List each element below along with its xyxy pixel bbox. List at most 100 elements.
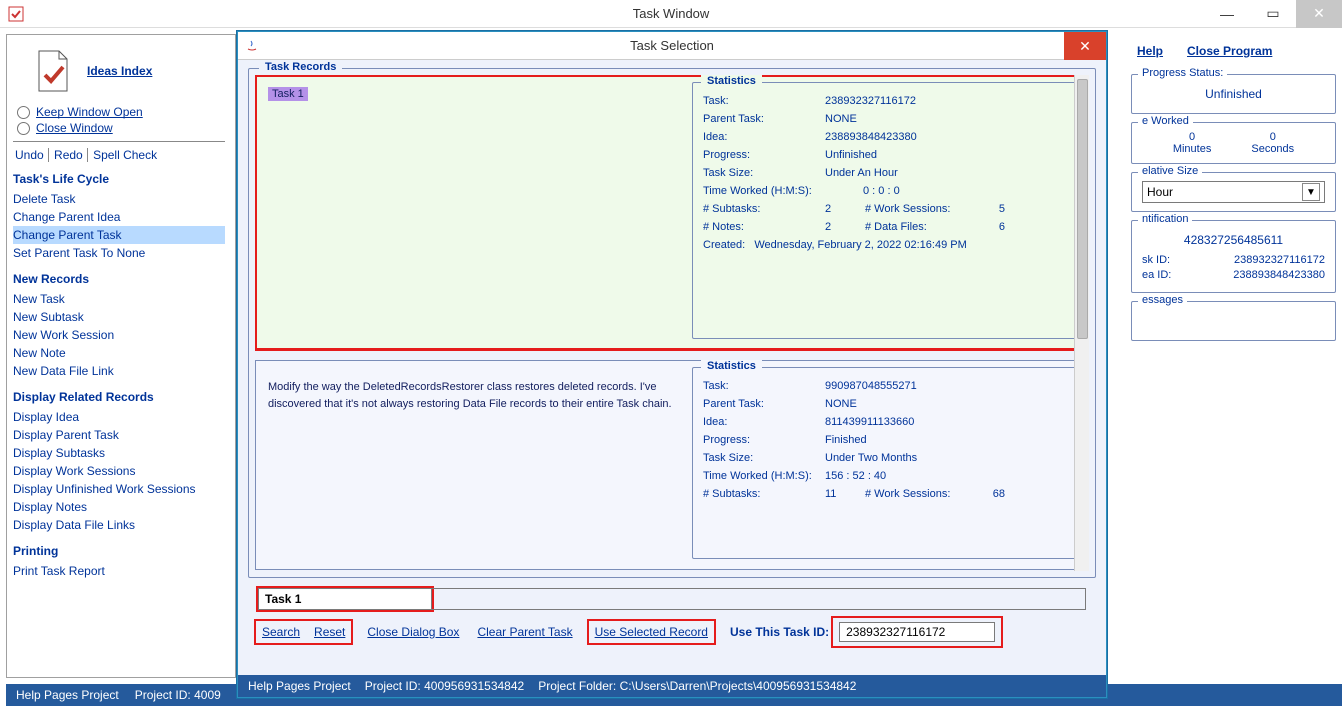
stat-parent-label: Parent Task: — [703, 398, 825, 410]
statusbar-project-id-label: Project ID: — [135, 688, 191, 702]
close-window-radio[interactable]: Close Window — [17, 121, 225, 135]
stat-timeworked-val: 156 : 52 : 40 — [825, 470, 886, 482]
task-name-chip: Task 1 — [268, 87, 308, 101]
search-input[interactable] — [258, 588, 432, 610]
new-task-link[interactable]: New Task — [13, 290, 225, 308]
stat-idea-val: 238893848423380 — [825, 131, 917, 143]
dialog-status-folder: C:\Users\Darren\Projects\400956931534842 — [620, 679, 857, 693]
stat-parent-val: NONE — [825, 398, 857, 410]
task-id-value: 238932327116172 — [1234, 254, 1325, 266]
stat-subtasks-val: 2 — [825, 203, 865, 215]
stat-worksessions-val: 68 — [975, 488, 1005, 500]
dialog-titlebar: Task Selection ✕ — [238, 32, 1106, 60]
statusbar-project-id: 4009 — [194, 688, 221, 702]
time-worked-legend: e Worked — [1138, 115, 1193, 127]
dialog-status-help: Help Pages Project — [248, 679, 351, 693]
stat-datafiles-label: # Data Files: — [865, 221, 975, 233]
close-window-label: Close Window — [36, 121, 113, 135]
print-task-report-link[interactable]: Print Task Report — [13, 562, 225, 580]
stat-notes-val: 2 — [825, 221, 865, 233]
reset-button[interactable]: Reset — [314, 625, 345, 639]
relative-size-select[interactable]: Hour ▼ — [1142, 181, 1325, 203]
vertical-scrollbar[interactable] — [1074, 75, 1089, 571]
stat-size-val: Under Two Months — [825, 452, 917, 464]
stat-size-val: Under An Hour — [825, 167, 898, 179]
close-button[interactable]: ✕ — [1296, 0, 1342, 28]
use-task-id-label: Use This Task ID: — [730, 625, 829, 639]
redo-link[interactable]: Redo — [52, 148, 88, 162]
delete-task-link[interactable]: Delete Task — [13, 190, 225, 208]
task-record-selected[interactable]: Task 1 Statistics Task:238932327116172 P… — [255, 75, 1089, 350]
display-unfinished-work-sessions-link[interactable]: Display Unfinished Work Sessions — [13, 480, 225, 498]
close-program-link[interactable]: Close Program — [1187, 44, 1272, 58]
clear-parent-task-button[interactable]: Clear Parent Task — [477, 625, 572, 639]
stat-idea-label: Idea: — [703, 131, 825, 143]
relative-size-legend: elative Size — [1138, 165, 1202, 177]
dialog-status-pid: 400956931534842 — [424, 679, 524, 693]
seconds-value: 0 — [1251, 131, 1294, 143]
ideas-index-link[interactable]: Ideas Index — [87, 64, 152, 78]
spell-check-link[interactable]: Spell Check — [91, 148, 159, 162]
record-description: Modify the way the DeletedRecordsRestore… — [268, 379, 680, 412]
set-parent-task-none-link[interactable]: Set Parent Task To None — [13, 244, 225, 262]
display-data-file-links-link[interactable]: Display Data File Links — [13, 516, 225, 534]
identification-legend: ntification — [1138, 213, 1192, 225]
section-life-cycle: Task's Life Cycle — [13, 172, 225, 186]
section-printing: Printing — [13, 544, 225, 558]
change-parent-idea-link[interactable]: Change Parent Idea — [13, 208, 225, 226]
stat-task-label: Task: — [703, 95, 825, 107]
dialog-close-button[interactable]: ✕ — [1064, 32, 1106, 60]
edit-actions: Undo Redo Spell Check — [13, 148, 225, 162]
display-parent-task-link[interactable]: Display Parent Task — [13, 426, 225, 444]
keep-window-open-radio[interactable]: Keep Window Open — [17, 105, 225, 119]
minimize-button[interactable]: — — [1204, 0, 1250, 28]
change-parent-task-link[interactable]: Change Parent Task — [13, 226, 225, 244]
scrollbar-thumb[interactable] — [1077, 79, 1088, 339]
display-idea-link[interactable]: Display Idea — [13, 408, 225, 426]
main-titlebar: Task Window — ▭ ✕ — [0, 0, 1342, 28]
stat-progress-label: Progress: — [703, 434, 825, 446]
maximize-button[interactable]: ▭ — [1250, 0, 1296, 28]
dialog-status-pid-label: Project ID: — [365, 679, 421, 693]
task-record[interactable]: Modify the way the DeletedRecordsRestore… — [255, 360, 1089, 570]
use-task-id-input[interactable] — [839, 622, 995, 642]
new-note-link[interactable]: New Note — [13, 344, 225, 362]
stat-progress-val: Finished — [825, 434, 867, 446]
time-worked-group: e Worked 0Minutes 0Seconds — [1131, 122, 1336, 164]
progress-status-value: Unfinished — [1142, 83, 1325, 105]
identification-group: ntification 428327256485611 sk ID:238932… — [1131, 220, 1336, 293]
statistics-box: Statistics Task:990987048555271 Parent T… — [692, 367, 1080, 559]
messages-legend: essages — [1138, 294, 1187, 306]
new-subtask-link[interactable]: New Subtask — [13, 308, 225, 326]
statistics-legend: Statistics — [701, 75, 762, 87]
stat-notes-label: # Notes: — [703, 221, 825, 233]
help-link[interactable]: Help — [1137, 44, 1163, 58]
stat-timeworked-val: 0 : 0 : 0 — [863, 185, 900, 197]
stat-progress-val: Unfinished — [825, 149, 877, 161]
record-body: Modify the way the DeletedRecordsRestore… — [264, 367, 684, 559]
display-subtasks-link[interactable]: Display Subtasks — [13, 444, 225, 462]
messages-group: essages — [1131, 301, 1336, 341]
window-controls: — ▭ ✕ — [1204, 0, 1342, 28]
stat-created-val: Wednesday, February 2, 2022 02:16:49 PM — [754, 239, 966, 251]
use-selected-record-button[interactable]: Use Selected Record — [595, 625, 708, 639]
new-data-file-link-link[interactable]: New Data File Link — [13, 362, 225, 380]
new-work-session-link[interactable]: New Work Session — [13, 326, 225, 344]
stat-subtasks-val: 11 — [825, 488, 865, 500]
java-icon — [244, 38, 260, 54]
search-button[interactable]: Search — [262, 625, 300, 639]
keep-window-open-label: Keep Window Open — [36, 105, 143, 119]
relative-size-value: Hour — [1147, 185, 1173, 199]
display-notes-link[interactable]: Display Notes — [13, 498, 225, 516]
undo-link[interactable]: Undo — [13, 148, 49, 162]
stat-idea-label: Idea: — [703, 416, 825, 428]
ideas-index-row[interactable]: Ideas Index — [33, 49, 225, 93]
close-dialog-button[interactable]: Close Dialog Box — [367, 625, 459, 639]
records-scroll[interactable]: Task 1 Statistics Task:238932327116172 P… — [255, 75, 1089, 571]
progress-status-legend: Progress Status: — [1138, 67, 1227, 79]
stat-subtasks-label: # Subtasks: — [703, 488, 825, 500]
stat-worksessions-label: # Work Sessions: — [865, 203, 975, 215]
chevron-down-icon: ▼ — [1302, 183, 1320, 201]
display-work-sessions-link[interactable]: Display Work Sessions — [13, 462, 225, 480]
statusbar-help-project: Help Pages Project — [16, 688, 119, 702]
